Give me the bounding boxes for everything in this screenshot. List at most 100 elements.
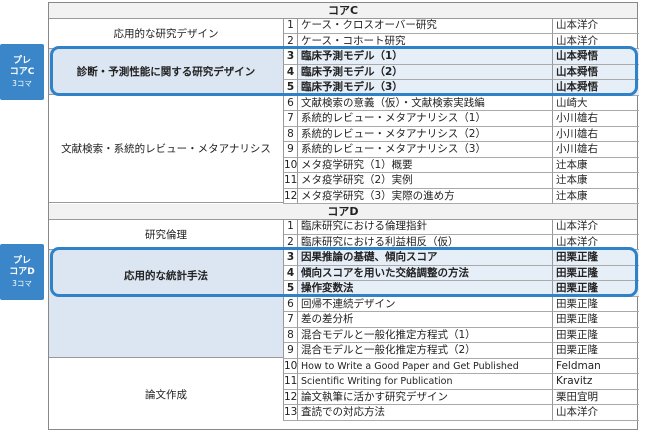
table-row: 2 ケース・コホート研究 山本洋介 — [49, 33, 639, 49]
table-row: 6 回帰不連続デザイン 田栗正隆 — [49, 296, 639, 312]
lecture-title: 系統的レビュー・メタアナリシス（1） — [297, 111, 552, 127]
table-row: 7 系統的レビュー・メタアナリシス（1） 小川雄右 — [49, 111, 639, 127]
instructor: 田栗正隆 — [552, 265, 639, 281]
row-number: 1 — [283, 219, 297, 235]
lecture-title: Scientific Writing for Publication — [297, 374, 552, 390]
row-number: 9 — [283, 142, 297, 158]
side-tag-line: プレ — [12, 55, 31, 66]
instructor: 山崎大 — [552, 95, 639, 111]
table-row: 6 文献検索の意義（仮）・文献検索実践編 山崎大 — [49, 95, 639, 111]
lecture-title: 差の差分析 — [297, 312, 552, 328]
core-d-heading: コアD — [49, 204, 637, 220]
row-number: 6 — [283, 95, 297, 111]
side-tag-sessions: 3コマ — [12, 278, 32, 288]
lecture-title: 臨床予測モデル（2） — [297, 64, 552, 80]
table-row: 7 差の差分析 田栗正隆 — [49, 312, 639, 328]
instructor: 田栗正隆 — [552, 250, 639, 266]
lecture-title: 系統的レビュー・メタアナリシス（3） — [297, 142, 552, 158]
lecture-title: 臨床研究における利益相反（仮） — [297, 234, 552, 250]
lecture-title: 混合モデルと一般化推定方程式（1） — [297, 327, 552, 343]
row-number: 9 — [283, 343, 297, 359]
instructor: 山本舜悟 — [552, 80, 639, 96]
side-tag-line: コアC — [9, 66, 35, 77]
table-row: 1 臨床研究における倫理指針 山本洋介 — [49, 219, 639, 235]
row-number: 12 — [283, 389, 297, 405]
lecture-title: メタ疫学研究（3）実際の進め方 — [297, 188, 552, 204]
table-row: 10 How to Write a Good Paper and Get Publ… — [49, 358, 639, 374]
table-row: 8 混合モデルと一般化推定方程式（1） 田栗正隆 — [49, 327, 639, 343]
lecture-title: 系統的レビュー・メタアナリシス（2） — [297, 126, 552, 142]
row-number: 12 — [283, 188, 297, 204]
lecture-title: 混合モデルと一般化推定方程式（2） — [297, 343, 552, 359]
instructor: 山本洋介 — [552, 219, 639, 235]
row-number: 1 — [283, 18, 297, 34]
instructor: Feldman — [552, 358, 639, 374]
instructor: 田栗正隆 — [552, 296, 639, 312]
curriculum-table: コアC 応用的な研究デザイン 診断・予測性能に関する研究デザイン 文献検索・系統… — [48, 2, 639, 430]
table-row: 3 臨床予測モデル（1） 山本舜悟 — [49, 49, 639, 65]
row-number: 5 — [283, 80, 297, 96]
row-number: 4 — [283, 265, 297, 281]
row-number: 4 — [283, 64, 297, 80]
instructor: 辻本康 — [552, 157, 639, 173]
table-row: 11 Scientific Writing for Publication Krav… — [49, 374, 639, 390]
instructor: 辻本康 — [552, 188, 639, 204]
table-row: 4 傾向スコアを用いた交絡調整の方法 田栗正隆 — [49, 265, 639, 281]
row-number: 3 — [283, 49, 297, 65]
instructor: 山本洋介 — [552, 234, 639, 250]
row-number: 7 — [283, 312, 297, 328]
row-number: 6 — [283, 296, 297, 312]
row-number: 2 — [283, 33, 297, 49]
table-row: 12 メタ疫学研究（3）実際の進め方 辻本康 — [49, 188, 639, 204]
table-row: 3 因果推論の基礎、傾向スコア 田栗正隆 — [49, 250, 639, 266]
table-row: 13 査読での対応方法 山本洋介 — [49, 405, 639, 421]
instructor: 辻本康 — [552, 173, 639, 189]
instructor: 小川雄右 — [552, 142, 639, 158]
lecture-title: 因果推論の基礎、傾向スコア — [297, 250, 552, 266]
row-number: 5 — [283, 281, 297, 297]
table-row: 9 混合モデルと一般化推定方程式（2） 田栗正隆 — [49, 343, 639, 359]
lecture-title: 臨床予測モデル（3） — [297, 80, 552, 96]
instructor: 山本洋介 — [552, 405, 639, 421]
table-row: 1 ケース・クロスオーバー研究 山本洋介 — [49, 18, 639, 34]
lecture-title: 臨床予測モデル（1） — [297, 49, 552, 65]
row-number: 10 — [283, 157, 297, 173]
lecture-title: 傾向スコアを用いた交絡調整の方法 — [297, 265, 552, 281]
table-row: 5 臨床予測モデル（3） 山本舜悟 — [49, 80, 639, 96]
table-row: 2 臨床研究における利益相反（仮） 山本洋介 — [49, 234, 639, 250]
side-tag-sessions: 3コマ — [12, 78, 32, 88]
row-number: 11 — [283, 173, 297, 189]
instructor: 山本洋介 — [552, 33, 639, 49]
lecture-title: 回帰不連続デザイン — [297, 296, 552, 312]
row-number: 2 — [283, 234, 297, 250]
instructor: 小川雄右 — [552, 111, 639, 127]
instructor: 山本洋介 — [552, 18, 639, 34]
lecture-title: メタ疫学研究（2）実例 — [297, 173, 552, 189]
instructor: 山本舜悟 — [552, 64, 639, 80]
lecture-title: 論文執筆に活かす研究デザイン — [297, 389, 552, 405]
instructor: 田栗正隆 — [552, 343, 639, 359]
lecture-title: 臨床研究における倫理指針 — [297, 219, 552, 235]
table-row: 11 メタ疫学研究（2）実例 辻本康 — [49, 173, 639, 189]
core-c-heading: コアC — [49, 3, 637, 19]
pre-core-d-tag: プレ コアD 3コマ — [0, 244, 44, 300]
row-number: 11 — [283, 374, 297, 390]
lecture-title: ケース・クロスオーバー研究 — [297, 18, 552, 34]
row-number: 8 — [283, 126, 297, 142]
row-number: 3 — [283, 250, 297, 266]
table-row: 5 操作変数法 田栗正隆 — [49, 281, 639, 297]
lecture-title: 査読での対応方法 — [297, 405, 552, 421]
lecture-title: メタ疫学研究（1）概要 — [297, 157, 552, 173]
instructor: 栗田宜明 — [552, 389, 639, 405]
instructor: 田栗正隆 — [552, 327, 639, 343]
pre-core-c-tag: プレ コアC 3コマ — [0, 44, 44, 100]
row-number: 8 — [283, 327, 297, 343]
table-row: 12 論文執筆に活かす研究デザイン 栗田宜明 — [49, 389, 639, 405]
table-row: 8 系統的レビュー・メタアナリシス（2） 小川雄右 — [49, 126, 639, 142]
side-tag-line: コアD — [9, 266, 35, 277]
instructor: 山本舜悟 — [552, 49, 639, 65]
row-number: 10 — [283, 358, 297, 374]
table-row: 9 系統的レビュー・メタアナリシス（3） 小川雄右 — [49, 142, 639, 158]
lecture-title: How to Write a Good Paper and Get Publis… — [297, 358, 552, 374]
row-number: 7 — [283, 111, 297, 127]
